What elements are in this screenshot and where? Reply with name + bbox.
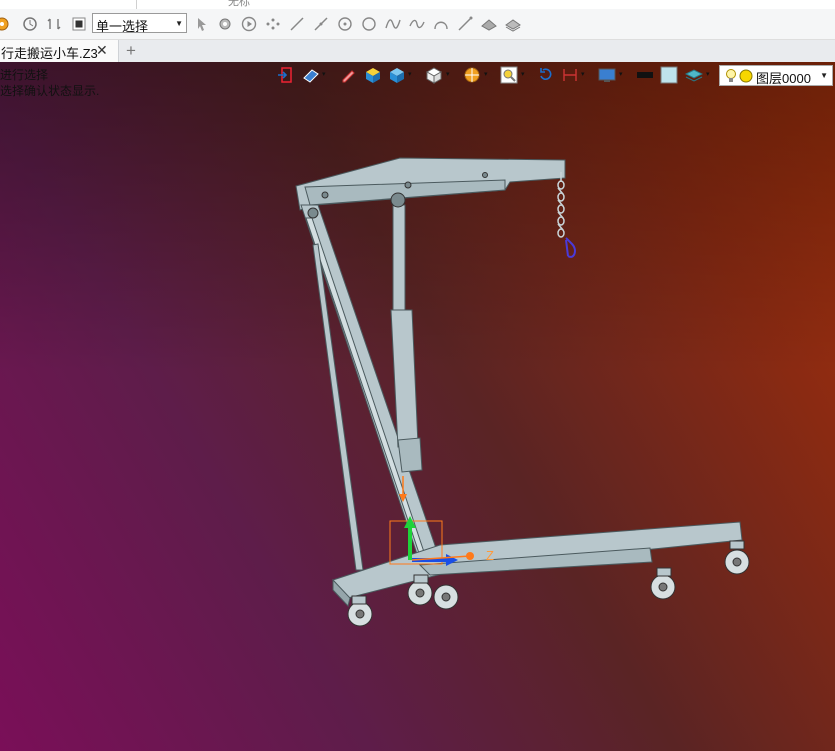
circle-icon[interactable]: [361, 16, 377, 32]
surface2-icon[interactable]: [505, 16, 521, 32]
pointer-icon[interactable]: [194, 16, 210, 32]
spline-icon[interactable]: [385, 16, 401, 32]
window-title-fragment: 无标: [228, 0, 250, 8]
tab-document-name: 行走搬运小车.Z3: [1, 46, 98, 61]
curve-icon[interactable]: [409, 16, 425, 32]
line3-icon[interactable]: [457, 16, 473, 32]
arc-icon[interactable]: [433, 16, 449, 32]
main-toolbar: 单一选择 ▼: [0, 9, 835, 40]
line2-icon[interactable]: [313, 16, 329, 32]
line-icon[interactable]: [289, 16, 305, 32]
point-icon[interactable]: [265, 16, 281, 32]
title-separator: [136, 0, 137, 9]
surface-icon[interactable]: [481, 16, 497, 32]
close-icon[interactable]: ✕: [96, 42, 108, 59]
selection-filter-value: 单一选择: [96, 19, 149, 34]
3d-viewport[interactable]: 进行选择 选择确认状态显示. ▾ ▾ ▾ ▾ ▾ ▾ ▾ ▾ 图层0000 ▼: [0, 62, 835, 751]
crane-3d-model[interactable]: Z: [0, 62, 835, 751]
play-icon[interactable]: [241, 16, 257, 32]
settings-icon[interactable]: [0, 16, 10, 32]
circle-center-icon[interactable]: [337, 16, 353, 32]
tab-document[interactable]: 行走搬运小车.Z3 ✕: [0, 40, 119, 62]
document-tab-bar: 行走搬运小车.Z3 ✕ +: [0, 40, 835, 63]
axis-label: Z: [486, 548, 494, 563]
selection-filter-dropdown[interactable]: 单一选择 ▼: [92, 13, 187, 34]
chevron-down-icon: ▼: [175, 19, 183, 28]
stop-icon[interactable]: [71, 16, 87, 32]
pick-icon[interactable]: [217, 16, 233, 32]
undo-redo-icon[interactable]: [46, 16, 62, 32]
history-icon[interactable]: [22, 16, 38, 32]
add-tab-button[interactable]: +: [126, 41, 136, 61]
